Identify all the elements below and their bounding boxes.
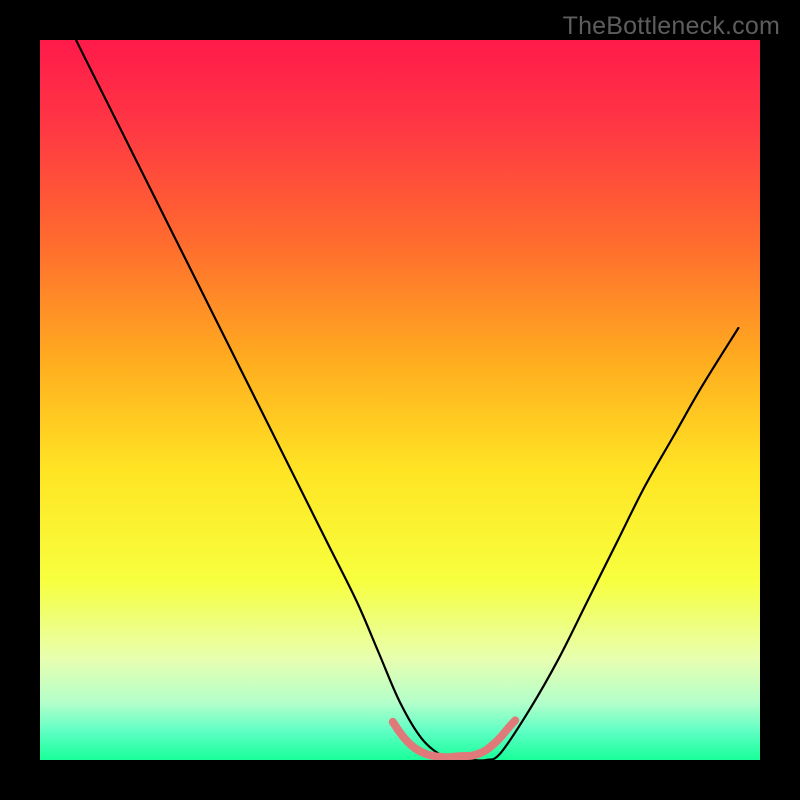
- curve-layer: [40, 40, 760, 760]
- watermark-text: TheBottleneck.com: [563, 12, 780, 41]
- chart-frame: TheBottleneck.com: [0, 0, 800, 800]
- bottom-marker-curve: [393, 720, 515, 757]
- main-curve: [76, 40, 738, 760]
- plot-area: [40, 40, 760, 760]
